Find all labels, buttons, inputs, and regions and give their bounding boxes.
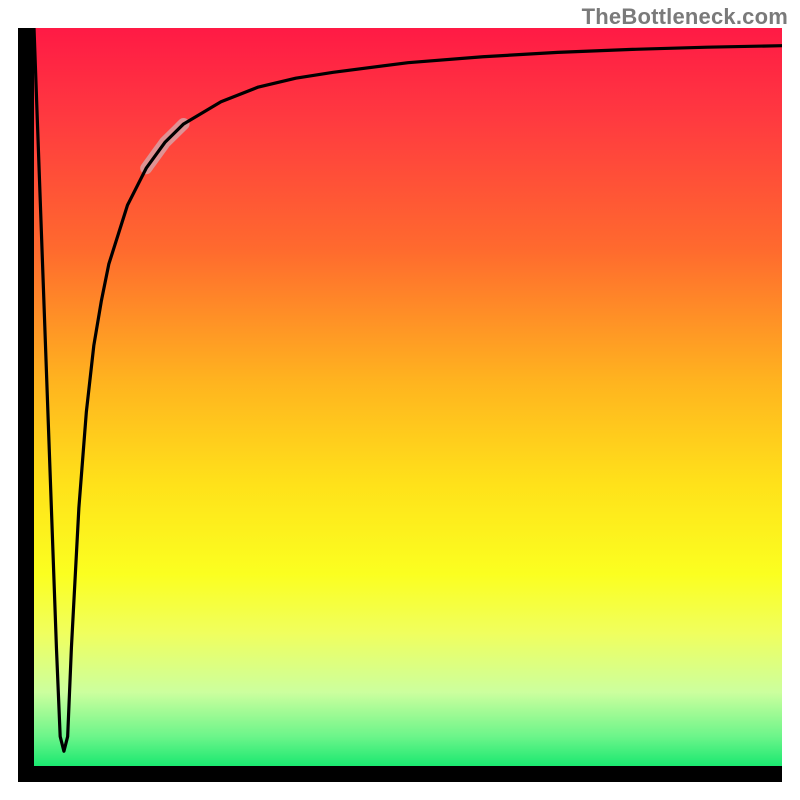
bottleneck-curve-line (34, 28, 782, 751)
plot-frame (18, 28, 782, 782)
curve-svg (34, 28, 782, 766)
chart-container: TheBottleneck.com (0, 0, 800, 800)
curve-layer (34, 28, 782, 751)
watermark-text: TheBottleneck.com (582, 4, 788, 30)
plot-area (34, 28, 782, 766)
